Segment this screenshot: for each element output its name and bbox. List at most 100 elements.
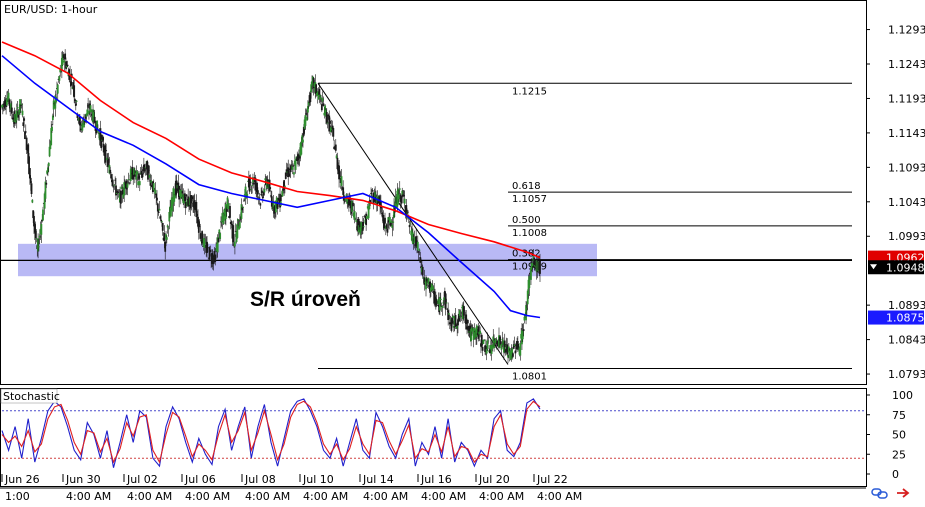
candle-body [73,85,76,98]
fib-ratio-label: 0.500 [512,215,541,226]
price-tick-label: 1.1043 [888,196,925,209]
candle-body [138,181,141,186]
time-tick-label-date: Jul 16 [420,473,452,486]
candle-body [111,179,114,186]
sr-zone-label: S/R úroveň [250,288,361,311]
price-tick-label: 1.1193 [888,92,925,105]
candle-body [332,128,335,137]
candle-body [209,249,212,253]
candle-body [259,203,262,206]
candle-body [158,208,161,211]
time-tick-label-date: Jul 08 [244,473,276,486]
candle-body [421,266,424,276]
candle-body [407,211,409,213]
candle-body [256,190,259,195]
chart-title: EUR/USD: 1-hour [4,3,98,16]
candle-body [340,176,343,186]
candle-body [42,209,44,221]
candle-body [184,201,187,209]
candle-body [47,162,50,167]
candle-body [441,305,444,309]
time-tick-label-date: Jul 22 [536,473,568,486]
candle-body [261,190,263,194]
candle-body [522,329,525,332]
candle-body [487,340,490,342]
candle-body [448,313,450,315]
candle-body [366,215,368,220]
candle-body [154,189,157,194]
candle-body [416,241,419,251]
candle-body [334,144,337,151]
candle-body [302,139,304,143]
candle-body [136,171,139,175]
candle-body [398,188,401,190]
candle-body [227,203,230,210]
candle-body [479,330,482,334]
candle-body [62,54,65,59]
candle-body [157,211,160,214]
fib-value-label: 1.1057 [512,194,547,205]
stochastic-tick-label: 25 [892,448,906,461]
candle-body [201,231,204,244]
candle-body [23,118,26,121]
fib-low-label: 1.0801 [512,372,547,383]
candle-body [362,226,365,228]
candle-body [304,115,307,126]
candle-body [269,187,272,190]
candle-body [435,300,438,304]
candle-body [232,225,235,243]
chart-area: 1.1293 1.1243 1.1193 1.1143 1.1093 1.1043 1.09… [0,0,925,503]
time-tick-label-hour: 4:00 AM [66,490,111,503]
candle-body [460,315,463,317]
candle-body [147,165,150,171]
candle-body [384,217,386,224]
candle-body [329,120,331,124]
fib-ratio-label: 0.618 [512,181,541,192]
candle-body [263,189,266,193]
candle-body [21,110,24,116]
price-tick-label: 1.1093 [888,161,925,174]
candle-body [137,181,140,186]
candle-body [198,223,201,227]
price-tag-label: 1.0875 [886,312,925,325]
candle-body [30,183,33,195]
candle-body [45,182,48,185]
time-tick-label-date: Jul 10 [302,473,334,486]
candle-body [165,237,168,240]
candle-body [513,344,516,347]
candle-body [452,316,454,319]
candle-body [386,228,389,233]
candle-body [156,197,158,201]
candle-body [409,223,412,225]
price-tick-label: 1.0993 [888,230,925,243]
candle-body [113,184,116,186]
candle-body [439,298,442,301]
candle-body [320,104,323,111]
candle-body [38,246,40,248]
candle-body [539,260,541,274]
candle-body [229,206,231,218]
candle-body [392,221,395,223]
candle-body [161,222,164,231]
candle-body [512,353,514,357]
candle-body [326,122,329,124]
candle-body [206,247,209,249]
time-tick-label-date: Jun 26 [4,473,40,486]
time-tick-label-hour: 4:00 AM [421,490,466,503]
candle-body [31,199,34,203]
candle-body [126,183,129,188]
candle-body [249,181,252,184]
candle-body [56,84,59,94]
time-tick-label-date: Jul 20 [478,473,510,486]
time-tick-label-date: Jul 06 [184,473,216,486]
stochastic-tick-label: 75 [892,409,906,422]
candle-body [445,302,448,304]
candle-body [293,172,295,175]
stochastic-tick-label: 0 [892,468,899,481]
time-tick-label-hour: 4:00 AM [127,490,172,503]
time-tick-label-hour: 1:00 [5,490,30,503]
candle-body [506,344,509,355]
price-tick-label: 1.1243 [888,58,925,71]
candle-body [418,249,421,251]
candle-body [322,103,325,106]
